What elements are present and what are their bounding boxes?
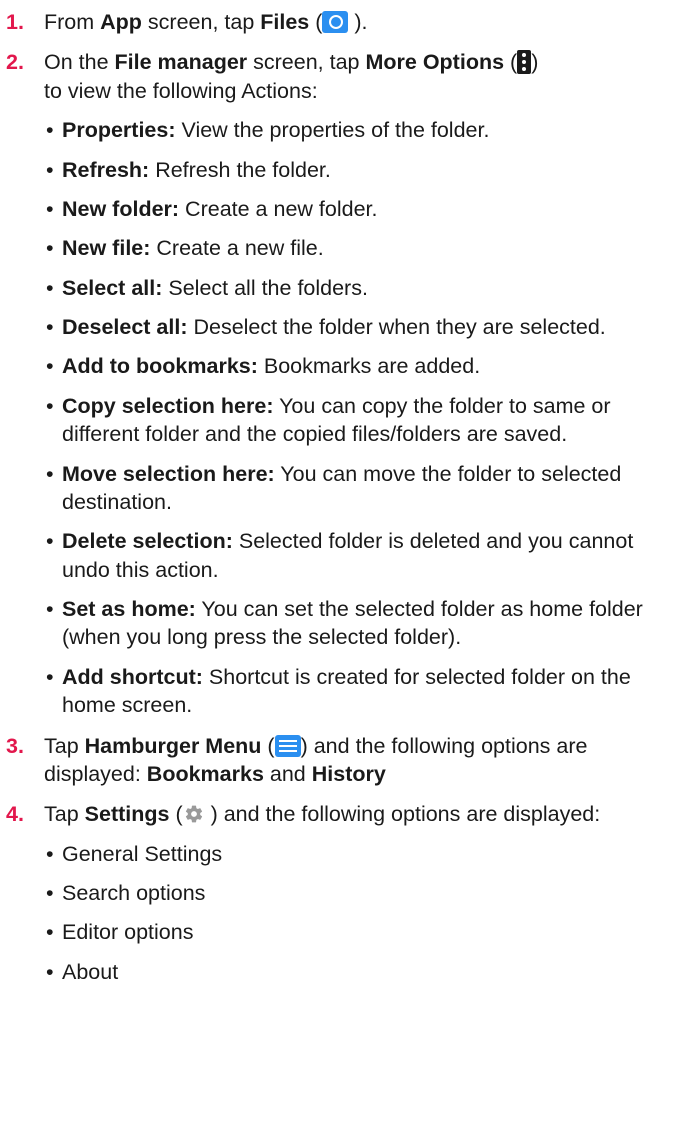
files-app-icon [322, 11, 349, 33]
list-item: Delete selection: Selected folder is del… [44, 527, 666, 584]
more-options-term: More Options [365, 50, 505, 75]
more-options-icon [517, 50, 532, 75]
step-number: 3. [6, 733, 24, 758]
gear-icon [185, 805, 202, 823]
files-term: Files [260, 10, 310, 34]
help-page: 1. From App screen, tap Files ( ). 2. On… [0, 0, 676, 987]
settings-term: Settings [84, 802, 170, 827]
step-number: 4. [6, 802, 24, 827]
list-item: Copy selection here: You can copy the fo… [44, 392, 666, 449]
history-term: History [311, 761, 386, 786]
list-item: New folder: Create a new folder. [44, 195, 666, 224]
settings-options-list: General Settings Search options Editor o… [44, 840, 666, 987]
hamburger-menu-term: Hamburger Menu [84, 733, 262, 758]
list-item: Move selection here: You can move the fo… [44, 460, 666, 517]
list-item: Properties: View the properties of the f… [44, 116, 666, 145]
file-manager-term: File manager [114, 50, 248, 75]
list-item: About [44, 958, 666, 987]
step-number: 2. [6, 50, 24, 75]
list-item: New file: Create a new file. [44, 234, 666, 263]
actions-list: Properties: View the properties of the f… [44, 116, 666, 719]
bookmarks-term: Bookmarks [146, 761, 264, 786]
app-term: App [100, 10, 142, 34]
list-item: Select all: Select all the folders. [44, 274, 666, 303]
list-item: Set as home: You can set the selected fo… [44, 595, 666, 652]
step-1: 1. From App screen, tap Files ( ). [0, 8, 666, 36]
step-4: 4. Tap Settings ( ) and the following op… [0, 800, 666, 986]
list-item: General Settings [44, 840, 666, 869]
list-item: Deselect all: Deselect the folder when t… [44, 313, 666, 342]
step-number: 1. [6, 10, 24, 34]
list-item: Add shortcut: Shortcut is created for se… [44, 663, 666, 720]
list-item: Editor options [44, 918, 666, 947]
hamburger-menu-icon [274, 734, 301, 757]
step-3: 3. Tap Hamburger Menu () and the followi… [6, 733, 588, 786]
step-2: 2. On the File manager screen, tap More … [0, 48, 666, 719]
list-item: Search options [44, 879, 666, 908]
list-item: Add to bookmarks: Bookmarks are added. [44, 352, 666, 381]
list-item: Refresh: Refresh the folder. [44, 156, 666, 185]
